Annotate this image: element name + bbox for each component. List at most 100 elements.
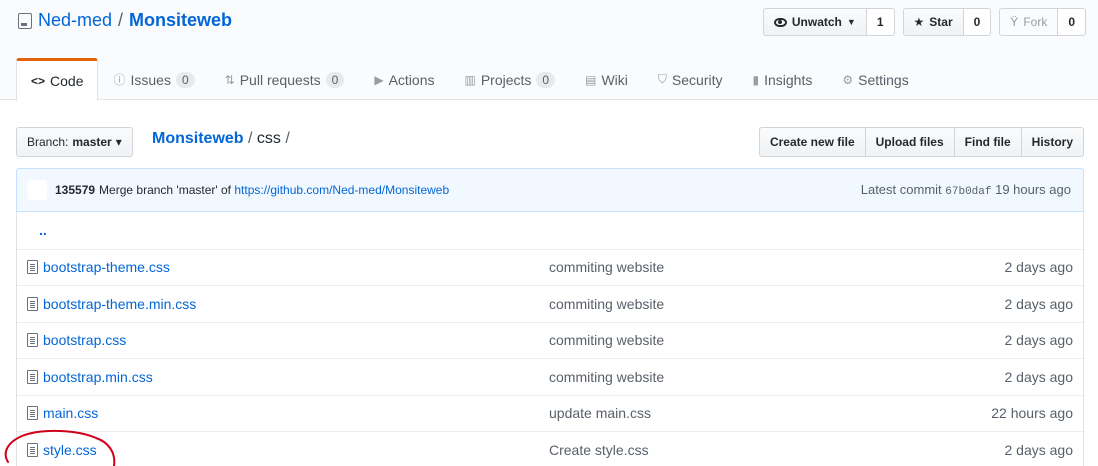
breadcrumb: Monsiteweb / css / [152, 130, 290, 148]
fork-icon: Ÿ [1010, 15, 1019, 29]
repo-owner-link[interactable]: Ned-med [38, 10, 112, 31]
commit-message-link[interactable]: commiting website [549, 332, 879, 348]
table-row: bootstrap-theme.min.css commiting websit… [17, 285, 1083, 322]
watchers-count[interactable]: 1 [866, 8, 895, 36]
fork-action: Ÿ Fork 0 [999, 8, 1086, 36]
forks-count[interactable]: 0 [1058, 8, 1086, 36]
repo-title: Ned-med / Monsiteweb [18, 10, 232, 31]
file-link[interactable]: style.css [43, 442, 97, 458]
repo-tabs: <> Code ⓘ Issues 0 ⇅ Pull requests 0 ▶ A… [16, 58, 924, 101]
repo-header: Ned-med / Monsiteweb Unwatch ▼ 1 ★ Star … [0, 0, 1098, 101]
branch-prefix: Branch: [27, 135, 69, 149]
graph-icon: ▮ [752, 72, 760, 87]
star-label: Star [929, 15, 953, 29]
file-icon [27, 406, 38, 421]
tab-actions[interactable]: ▶ Actions [359, 58, 449, 100]
fork-label: Fork [1023, 15, 1048, 29]
tab-insights[interactable]: ▮ Insights [737, 58, 827, 100]
tab-issues[interactable]: ⓘ Issues 0 [98, 58, 209, 100]
file-name-cell: bootstrap-theme.css [17, 259, 549, 275]
tab-label: Projects [480, 71, 532, 88]
star-action: ★ Star 0 [902, 8, 992, 36]
table-row: main.css update main.css 22 hours ago [17, 394, 1083, 432]
file-age: 2 days ago [1004, 368, 1074, 385]
watch-action: Unwatch ▼ 1 [762, 8, 895, 36]
tab-code[interactable]: <> Code [16, 58, 99, 101]
repo-name-link[interactable]: Monsiteweb [129, 10, 232, 31]
file-name-cell: bootstrap-theme.min.css [17, 296, 549, 312]
file-icon [27, 296, 38, 311]
commit-message-text: Merge branch 'master' of [99, 183, 235, 197]
file-icon [27, 333, 38, 348]
code-icon: <> [31, 74, 46, 88]
latest-commit-bar: 135579 Merge branch 'master' of https://… [16, 168, 1084, 212]
tab-label: Code [50, 73, 84, 89]
commit-message-link[interactable]: update main.css [549, 405, 879, 421]
file-age: 22 hours ago [991, 405, 1073, 422]
commit-message-link[interactable]: commiting website [549, 296, 879, 312]
file-age: 2 days ago [1004, 332, 1074, 349]
commit-message-link[interactable]: commiting website [549, 369, 879, 385]
tab-security[interactable]: ⛉ Security [643, 58, 738, 100]
projects-counter: 0 [536, 71, 556, 88]
breadcrumb-root-link[interactable]: Monsiteweb [152, 130, 244, 147]
chevron-down-icon: ▾ [115, 135, 122, 149]
unwatch-button[interactable]: Unwatch ▼ [762, 8, 867, 36]
pull-requests-counter: 0 [325, 71, 345, 88]
tab-label: Actions [388, 71, 435, 88]
commit-message-link[interactable]: https://github.com/Ned-med/Monsiteweb [234, 183, 449, 197]
repo-actions: Unwatch ▼ 1 ★ Star 0 Ÿ Fork 0 [762, 8, 1086, 36]
chevron-down-icon: ▼ [846, 17, 856, 27]
file-link[interactable]: bootstrap.css [43, 332, 126, 348]
latest-commit-label: Latest commit [860, 182, 946, 197]
file-icon [27, 369, 38, 384]
commit-sha-link[interactable]: 67b0daf [945, 186, 991, 198]
repo-icon [18, 12, 32, 29]
star-button[interactable]: ★ Star [902, 8, 964, 36]
file-age: 2 days ago [1004, 441, 1074, 458]
breadcrumb-separator: / [243, 130, 257, 147]
tab-projects[interactable]: ▥ Projects 0 [450, 58, 571, 100]
history-button[interactable]: History [1020, 127, 1084, 157]
file-navigation: Create new file Upload files Find file H… [758, 127, 1084, 157]
file-name-cell: main.css [17, 405, 549, 421]
upload-files-button[interactable]: Upload files [864, 127, 955, 157]
avatar[interactable] [27, 180, 47, 200]
table-row: bootstrap.css commiting website 2 days a… [17, 321, 1083, 359]
tab-settings[interactable]: ⚙ Settings [827, 58, 923, 100]
tab-pull-requests[interactable]: ⇅ Pull requests 0 [210, 58, 360, 100]
tab-label: Security [671, 71, 723, 88]
tab-label: Settings [858, 71, 909, 88]
stars-count[interactable]: 0 [963, 8, 992, 36]
table-row: bootstrap-theme.css commiting website 2 … [17, 248, 1083, 286]
tab-label: Pull requests [239, 71, 321, 88]
file-link[interactable]: main.css [43, 405, 98, 421]
find-file-button[interactable]: Find file [953, 127, 1022, 157]
commit-message-link[interactable]: commiting website [549, 259, 879, 275]
latest-commit-info: Latest commit 67b0daf 19 hours ago [861, 182, 1071, 198]
file-link[interactable]: bootstrap-theme.css [43, 259, 170, 275]
play-icon: ▶ [374, 72, 384, 87]
commit-age: 19 hours ago [991, 182, 1071, 197]
file-name-cell: style.css [17, 442, 549, 458]
file-link[interactable]: bootstrap.min.css [43, 369, 153, 385]
table-row: bootstrap.min.css commiting website 2 da… [17, 358, 1083, 395]
pull-request-icon: ⇅ [224, 72, 235, 87]
parent-dir-link[interactable]: .. [17, 222, 47, 238]
commit-message-link[interactable]: Create style.css [549, 442, 879, 458]
fork-button[interactable]: Ÿ Fork [999, 8, 1059, 36]
file-age: 2 days ago [1004, 295, 1074, 312]
create-new-file-button[interactable]: Create new file [758, 127, 866, 157]
unwatch-label: Unwatch [791, 15, 842, 29]
issue-icon: ⓘ [113, 73, 126, 87]
issues-counter: 0 [175, 71, 195, 88]
tab-wiki[interactable]: ▤ Wiki [570, 58, 643, 100]
branch-select-button[interactable]: Branch: master ▾ [16, 127, 133, 157]
file-table: .. bootstrap-theme.css commiting website… [16, 212, 1084, 466]
parent-dir-row[interactable]: .. [17, 212, 1083, 249]
branch-name: master [72, 135, 112, 149]
gear-icon: ⚙ [842, 72, 854, 87]
tab-label: Issues [130, 71, 171, 88]
commit-author[interactable]: 135579 [55, 183, 95, 197]
file-link[interactable]: bootstrap-theme.min.css [43, 296, 196, 312]
